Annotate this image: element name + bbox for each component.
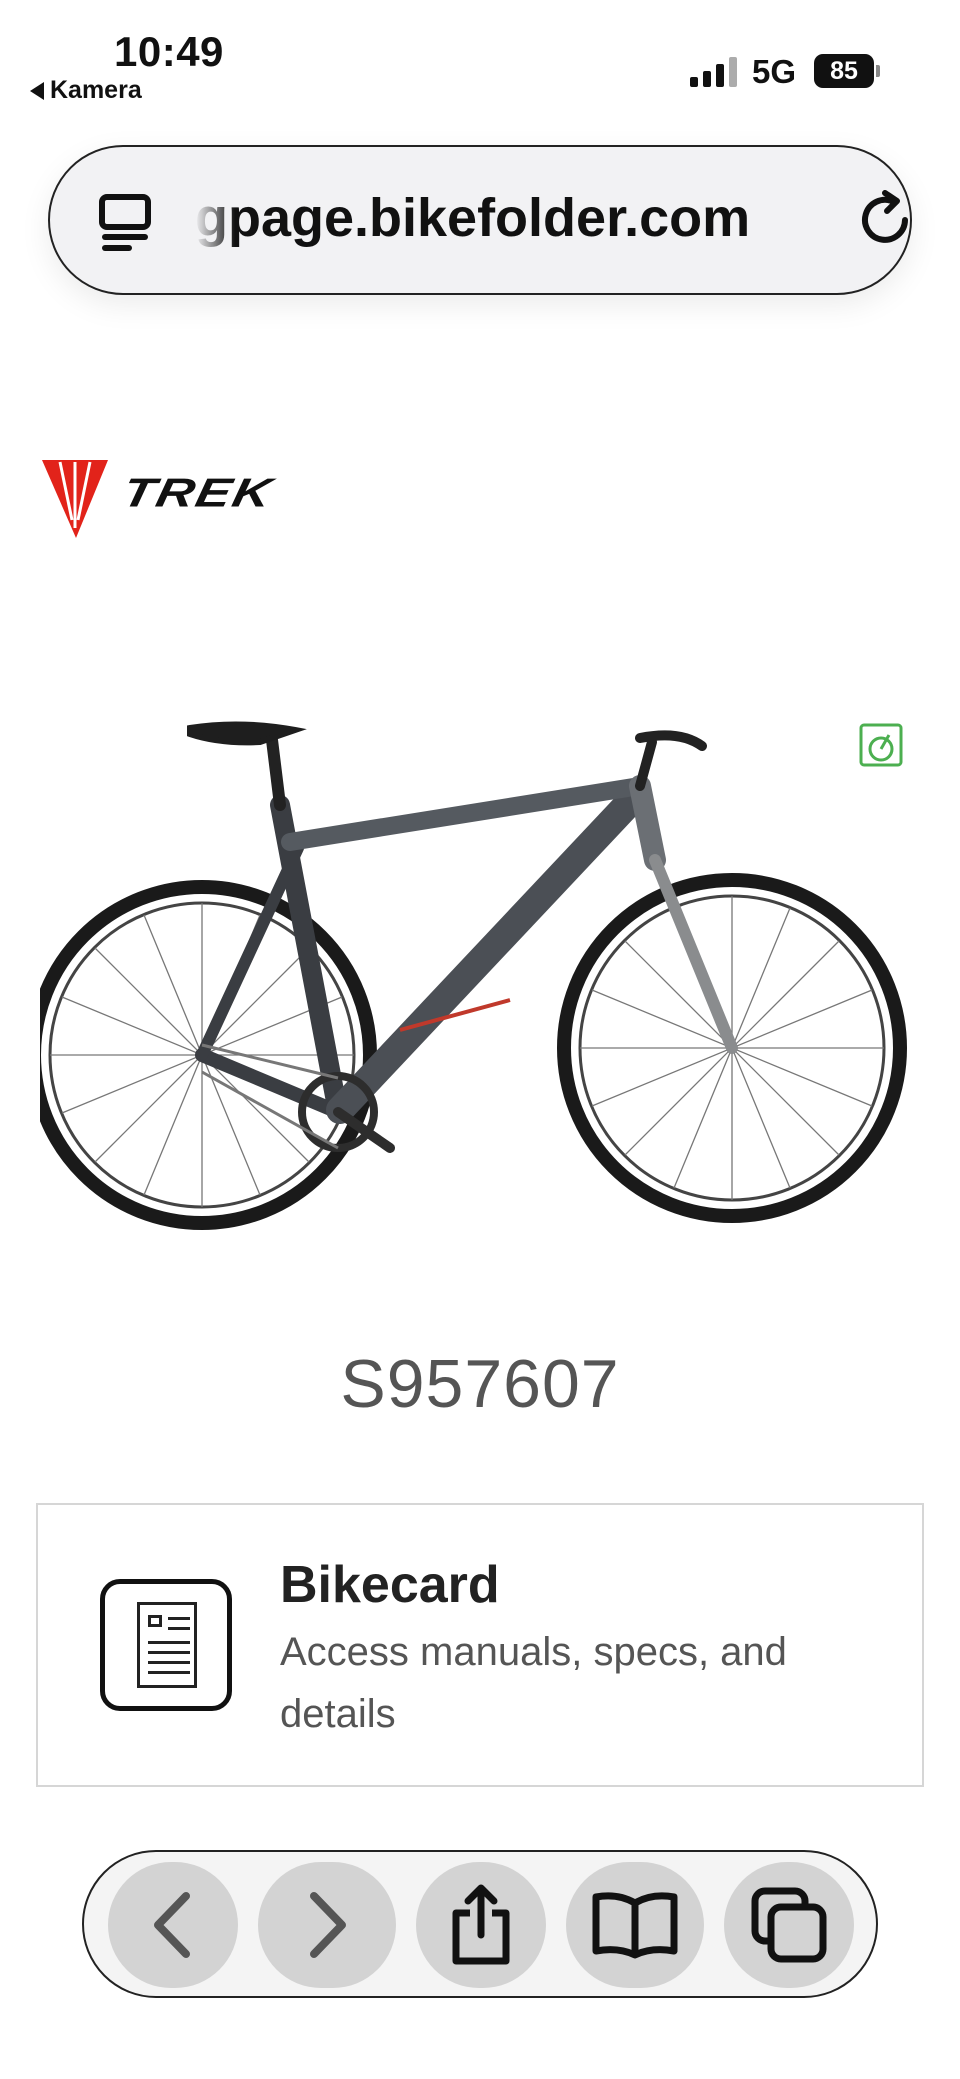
document-icon: [100, 1579, 232, 1711]
forward-icon: [310, 1892, 346, 1958]
url-text[interactable]: gpage.bikefolder.com: [195, 187, 835, 249]
reload-icon[interactable]: [853, 187, 919, 253]
back-arrow-icon: [30, 81, 44, 100]
battery-icon: 85: [814, 54, 880, 88]
bookmarks-icon: [592, 1892, 678, 1959]
back-icon: [154, 1892, 190, 1958]
bikefolder-badge-icon[interactable]: [858, 722, 904, 768]
serial-number: S957607: [340, 1346, 620, 1422]
trek-logo[interactable]: TREK: [40, 458, 390, 540]
address-bar[interactable]: gpage.bikefolder.com: [48, 145, 912, 295]
tabs-icon: [751, 1887, 827, 1963]
bike-image: [40, 721, 907, 1230]
status-bar: 10:49 Kamera 5G 85: [0, 0, 960, 110]
reader-mode-icon[interactable]: [96, 191, 160, 255]
tabs-button[interactable]: [724, 1862, 854, 1988]
trek-badge-icon: [42, 460, 108, 538]
share-icon: [452, 1884, 510, 1965]
back-button[interactable]: [108, 1862, 238, 1988]
back-to-app-link[interactable]: Kamera: [30, 76, 142, 105]
network-type: 5G: [752, 53, 797, 90]
bikecard-title: Bikecard: [280, 1556, 500, 1614]
status-time: 10:49: [114, 28, 224, 75]
signal-strength-icon: [690, 55, 737, 87]
bikecard-description: Access manuals, specs, and details: [280, 1630, 787, 1736]
browser-toolbar: [82, 1850, 878, 1998]
share-button[interactable]: [416, 1862, 546, 1988]
battery-level: 85: [814, 54, 874, 88]
back-to-app-label: Kamera: [50, 76, 142, 104]
forward-button[interactable]: [258, 1862, 396, 1988]
trek-wordmark: TREK: [118, 470, 278, 517]
bikecard-link[interactable]: Bikecard Access manuals, specs, and deta…: [36, 1503, 924, 1787]
bookmarks-button[interactable]: [566, 1862, 704, 1988]
